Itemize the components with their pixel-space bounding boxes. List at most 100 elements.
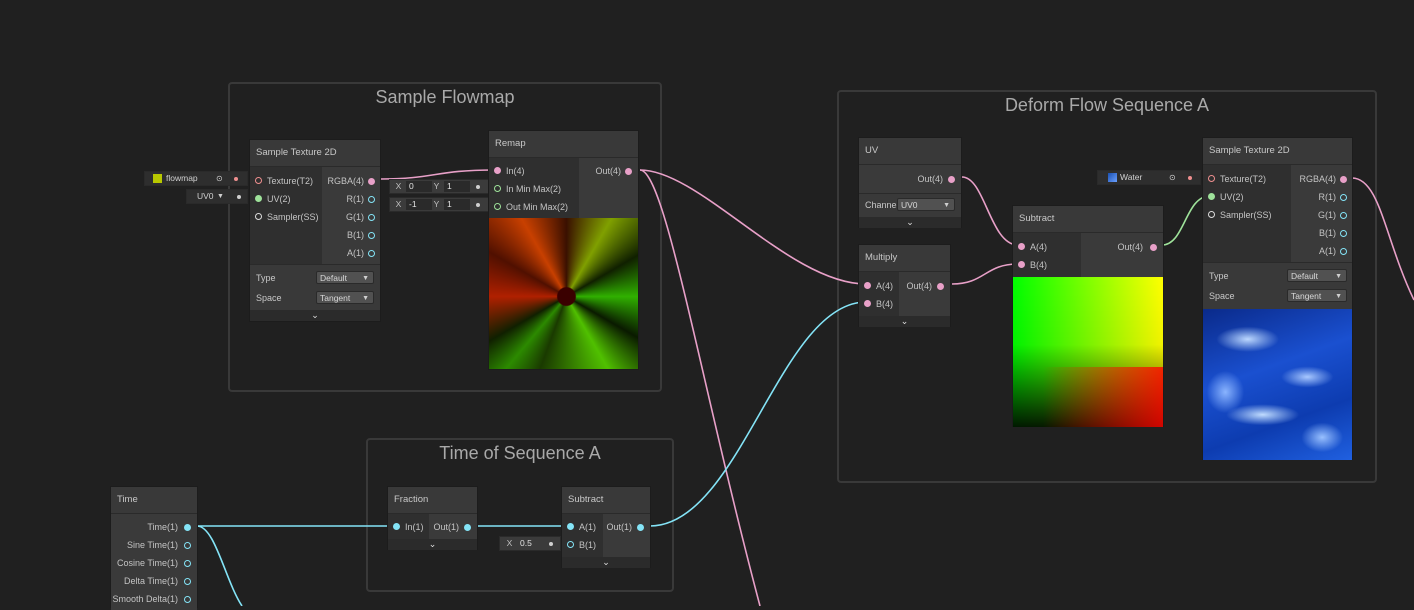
connector-dot-icon xyxy=(237,195,241,199)
object-picker-icon[interactable]: ⊙ xyxy=(216,172,223,185)
node-title: UV xyxy=(859,138,961,165)
input-port-in[interactable]: In(1) xyxy=(388,518,424,536)
input-port-in-min-max[interactable]: In Min Max(2) xyxy=(489,180,561,198)
output-port-time[interactable]: Time(1) xyxy=(147,518,178,536)
output-port-cosine-time[interactable]: Cosine Time(1) xyxy=(117,554,178,572)
texture-inline-input[interactable]: Water ⊙ xyxy=(1097,170,1201,185)
in-min-max-inline-input[interactable]: X 0 Y 1 xyxy=(389,179,489,194)
input-port-a[interactable]: A(4) xyxy=(859,277,893,295)
input-port-sampler[interactable]: Sampler(SS) xyxy=(250,208,319,226)
texture-name: Water xyxy=(1120,172,1143,182)
output-port-a[interactable]: A(1) xyxy=(1319,242,1336,260)
texture-swatch-icon xyxy=(1108,173,1117,182)
input-port-b[interactable]: B(4) xyxy=(859,295,893,313)
out-min-max-inline-input[interactable]: X -1 Y 1 xyxy=(389,197,489,212)
output-port-r[interactable]: R(1) xyxy=(1319,188,1337,206)
node-remap[interactable]: Remap In(4) In Min Max(2) Out Min Max(2)… xyxy=(488,130,639,370)
collapse-chevron-icon[interactable]: ⌄ xyxy=(859,217,961,228)
node-multiply[interactable]: Multiply A(4) B(4) Out(4) ⌄ xyxy=(858,244,951,327)
collapse-chevron-icon[interactable]: ⌄ xyxy=(388,539,477,550)
output-port-delta-time[interactable]: Delta Time(1) xyxy=(124,572,178,590)
output-port-a[interactable]: A(1) xyxy=(347,244,364,262)
node-title: Subtract xyxy=(562,487,650,514)
output-port-out[interactable]: Out(4) xyxy=(1117,238,1143,256)
connector-dot-icon xyxy=(476,185,480,189)
node-title: Remap xyxy=(489,131,638,158)
output-port-g[interactable]: G(1) xyxy=(346,208,364,226)
node-subtract[interactable]: Subtract A(4) B(4) Out(4) xyxy=(1012,205,1164,427)
node-fraction[interactable]: Fraction In(1) Out(1) ⌄ xyxy=(387,486,478,550)
input-port-b[interactable]: B(4) xyxy=(1013,256,1047,274)
output-port-out[interactable]: Out(4) xyxy=(917,170,943,188)
node-title: Time xyxy=(111,487,197,514)
type-label: Type xyxy=(1209,271,1229,281)
input-port-uv[interactable]: UV(2) xyxy=(250,190,291,208)
dropdown-arrow-icon: ▼ xyxy=(362,275,369,282)
input-port-b[interactable]: B(1) xyxy=(562,536,596,554)
node-uv[interactable]: UV Out(4) Channe UV0 ▼ ⌄ xyxy=(858,137,962,228)
output-port-sine-time[interactable]: Sine Time(1) xyxy=(127,536,178,554)
node-subtract[interactable]: Subtract A(1) B(1) Out(1) ⌄ xyxy=(561,486,651,568)
input-port-in[interactable]: In(4) xyxy=(489,162,525,180)
group-title: Deform Flow Sequence A xyxy=(1004,95,1210,115)
dropdown-arrow-icon: ▼ xyxy=(943,202,950,209)
texture-inline-input[interactable]: flowmap ⊙ xyxy=(144,171,248,186)
wire-remap-out-to-multiply-a xyxy=(639,169,867,285)
uv-channel-value: UV0 xyxy=(197,191,214,201)
node-sample-texture-2d[interactable]: Sample Texture 2D Texture(T2) UV(2) Samp… xyxy=(1202,137,1353,460)
water-preview-image xyxy=(1203,309,1352,460)
input-port-texture[interactable]: Texture(T2) xyxy=(1203,170,1266,188)
output-port-r[interactable]: R(1) xyxy=(347,190,365,208)
space-label: Space xyxy=(1209,291,1235,301)
b-inline-input[interactable]: X 0.5 xyxy=(499,536,561,551)
out-max-value: 1 xyxy=(444,199,470,210)
node-title: Multiply xyxy=(859,245,950,272)
node-time[interactable]: Time Time(1) Sine Time(1) Cosine Time(1)… xyxy=(110,486,198,610)
output-port-out[interactable]: Out(1) xyxy=(433,518,459,536)
type-dropdown[interactable]: Default ▼ xyxy=(1287,269,1347,282)
b-x-value: 0.5 xyxy=(517,538,539,549)
type-dropdown[interactable]: Default ▼ xyxy=(316,271,374,284)
output-port-g[interactable]: G(1) xyxy=(1318,206,1336,224)
input-port-a[interactable]: A(4) xyxy=(1013,238,1047,256)
output-port-out[interactable]: Out(4) xyxy=(595,162,621,180)
texture-name: flowmap xyxy=(166,173,198,183)
output-port-b[interactable]: B(1) xyxy=(1319,224,1336,242)
input-port-a[interactable]: A(1) xyxy=(562,518,596,536)
space-dropdown[interactable]: Tangent ▼ xyxy=(1287,289,1347,302)
output-port-b[interactable]: B(1) xyxy=(347,226,364,244)
object-picker-icon[interactable]: ⊙ xyxy=(1169,171,1176,184)
output-port-out[interactable]: Out(1) xyxy=(606,518,632,536)
texture-swatch-icon xyxy=(153,174,162,183)
input-port-texture[interactable]: Texture(T2) xyxy=(250,172,313,190)
dropdown-arrow-icon: ▼ xyxy=(1335,293,1342,300)
space-dropdown[interactable]: Tangent ▼ xyxy=(316,291,374,304)
node-title: Subtract xyxy=(1013,206,1163,233)
group-title: Sample Flowmap xyxy=(375,87,515,107)
collapse-chevron-icon[interactable]: ⌄ xyxy=(250,310,380,321)
gradient-preview-image xyxy=(1013,277,1163,427)
channel-label: Channe xyxy=(865,200,897,210)
input-port-sampler[interactable]: Sampler(SS) xyxy=(1203,206,1272,224)
node-title: Sample Texture 2D xyxy=(250,140,380,167)
node-title: Fraction xyxy=(388,487,477,514)
channel-dropdown[interactable]: UV0 ▼ xyxy=(897,198,955,211)
dropdown-arrow-icon: ▼ xyxy=(217,193,224,200)
output-port-rgba[interactable]: RGBA(4) xyxy=(327,172,364,190)
space-label: Space xyxy=(256,293,282,303)
flowmap-preview-image xyxy=(489,218,638,369)
out-min-value: -1 xyxy=(406,199,432,210)
output-port-rgba[interactable]: RGBA(4) xyxy=(1299,170,1336,188)
collapse-chevron-icon[interactable]: ⌄ xyxy=(562,557,650,568)
node-sample-texture-2d[interactable]: Sample Texture 2D Texture(T2) UV(2) Samp… xyxy=(249,139,381,322)
connector-dot-icon xyxy=(234,177,238,181)
uv-channel-inline-input[interactable]: UV0 ▼ xyxy=(186,189,248,204)
wire-subtract-to-multiply-b xyxy=(649,301,867,527)
output-port-out[interactable]: Out(4) xyxy=(906,277,932,295)
collapse-chevron-icon[interactable]: ⌄ xyxy=(859,316,950,327)
input-port-uv[interactable]: UV(2) xyxy=(1203,188,1244,206)
group-title: Time of Sequence A xyxy=(439,443,601,463)
output-port-smooth-delta[interactable]: Smooth Delta(1) xyxy=(112,590,178,608)
connector-dot-icon xyxy=(1188,176,1192,180)
input-port-out-min-max[interactable]: Out Min Max(2) xyxy=(489,198,568,216)
